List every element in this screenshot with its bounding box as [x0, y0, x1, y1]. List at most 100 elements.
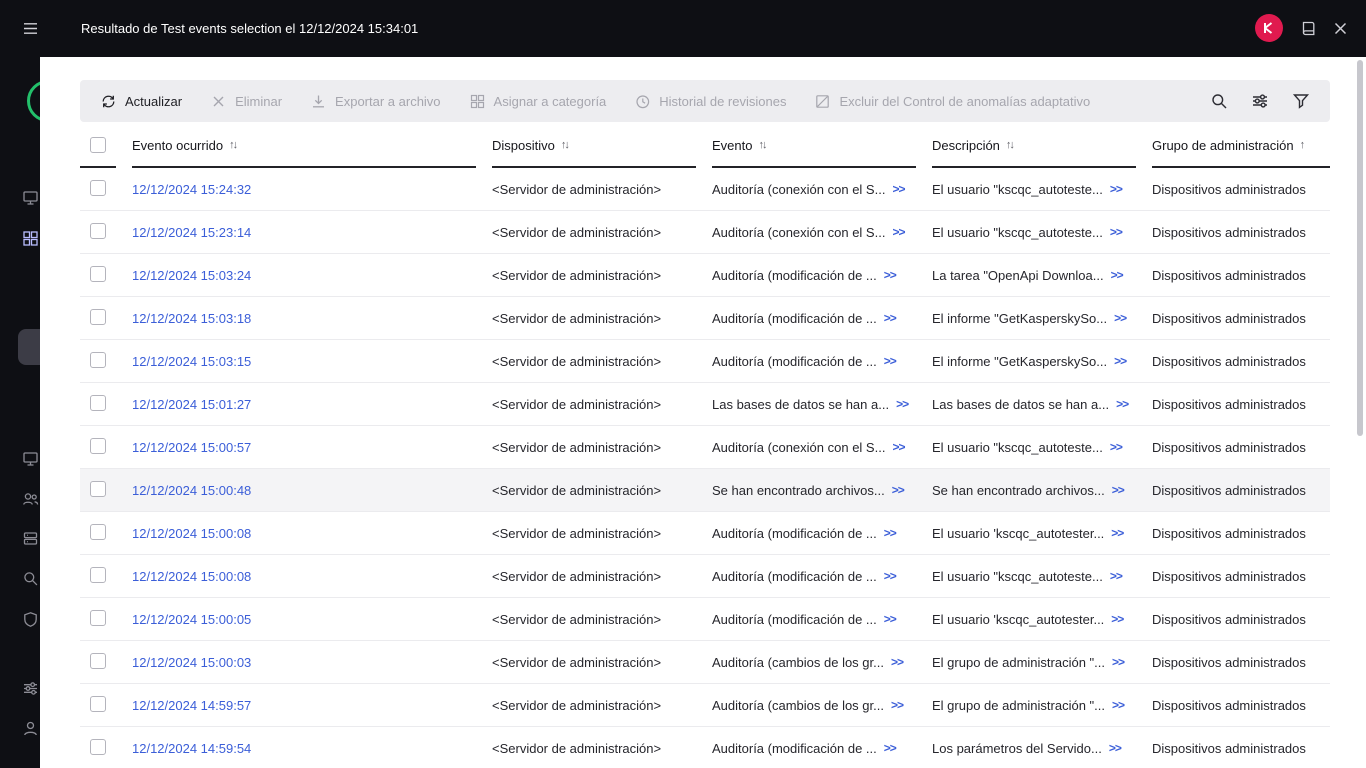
table-row[interactable]: 12/12/2024 15:03:15 <Servidor de adminis… — [80, 340, 1330, 383]
expand-link[interactable]: >> — [884, 311, 897, 325]
table-row[interactable]: 12/12/2024 15:00:48 <Servidor de adminis… — [80, 469, 1330, 512]
expand-link[interactable]: >> — [892, 483, 905, 497]
refresh-button[interactable]: Actualizar — [86, 80, 196, 122]
row-checkbox[interactable] — [90, 394, 106, 411]
event-cell: Auditoría (modificación de ... >> — [712, 741, 916, 756]
expand-link[interactable]: >> — [892, 440, 905, 454]
servers-icon[interactable] — [22, 530, 39, 547]
expand-link[interactable]: >> — [1114, 354, 1127, 368]
row-checkbox[interactable] — [90, 566, 106, 583]
row-checkbox[interactable] — [90, 308, 106, 325]
expand-link[interactable]: >> — [884, 612, 897, 626]
expand-link[interactable]: >> — [891, 698, 904, 712]
expand-link[interactable]: >> — [891, 655, 904, 669]
devices-monitor-icon[interactable] — [22, 450, 39, 467]
users-icon[interactable] — [22, 490, 39, 507]
event-text: Auditoría (modificación de ... — [712, 568, 877, 584]
column-settings-icon[interactable] — [1251, 92, 1269, 110]
column-header-evento-ocurrido[interactable]: Evento ocurrido ↑↓ — [132, 124, 476, 168]
expand-link[interactable]: >> — [1112, 698, 1125, 712]
expand-link[interactable]: >> — [896, 397, 909, 411]
event-time-link[interactable]: 12/12/2024 15:03:24 — [132, 268, 251, 283]
expand-link[interactable]: >> — [892, 182, 905, 196]
table-row[interactable]: 12/12/2024 15:03:18 <Servidor de adminis… — [80, 297, 1330, 340]
filter-funnel-icon[interactable] — [1292, 92, 1310, 110]
app-root: Resultado de Test events selection el 12… — [0, 0, 1366, 768]
shield-icon[interactable] — [22, 611, 39, 628]
table-row[interactable]: 12/12/2024 15:00:57 <Servidor de adminis… — [80, 426, 1330, 469]
search-icon[interactable] — [22, 570, 39, 587]
monitoring-icon[interactable] — [22, 189, 39, 206]
table-row[interactable]: 12/12/2024 14:59:57 <Servidor de adminis… — [80, 684, 1330, 727]
event-time-link[interactable]: 12/12/2024 15:00:03 — [132, 655, 251, 670]
expand-link[interactable]: >> — [1116, 397, 1129, 411]
table-row[interactable]: 12/12/2024 15:23:14 <Servidor de adminis… — [80, 211, 1330, 254]
expand-link[interactable]: >> — [1110, 569, 1123, 583]
column-header-dispositivo[interactable]: Dispositivo ↑↓ — [492, 124, 696, 168]
event-time-link[interactable]: 12/12/2024 15:01:27 — [132, 397, 251, 412]
expand-link[interactable]: >> — [1112, 655, 1125, 669]
expand-link[interactable]: >> — [1110, 182, 1123, 196]
row-checkbox[interactable] — [90, 179, 106, 196]
table-row[interactable]: 12/12/2024 15:00:05 <Servidor de adminis… — [80, 598, 1330, 641]
event-time-link[interactable]: 12/12/2024 15:00:08 — [132, 526, 251, 541]
expand-link[interactable]: >> — [884, 741, 897, 755]
scrollbar-thumb[interactable] — [1357, 60, 1363, 436]
select-all-checkbox[interactable] — [90, 137, 106, 153]
dashboard-grid-icon[interactable] — [22, 230, 39, 247]
kaspersky-logo-badge[interactable] — [1255, 14, 1283, 42]
event-time-link[interactable]: 12/12/2024 15:03:18 — [132, 311, 251, 326]
column-header-evento[interactable]: Evento ↑↓ — [712, 124, 916, 168]
expand-link[interactable]: >> — [1109, 741, 1122, 755]
expand-link[interactable]: >> — [1110, 440, 1123, 454]
event-time-link[interactable]: 12/12/2024 15:24:32 — [132, 182, 251, 197]
table-row[interactable]: 12/12/2024 15:00:03 <Servidor de adminis… — [80, 641, 1330, 684]
expand-link[interactable]: >> — [1111, 612, 1124, 626]
row-checkbox[interactable] — [90, 480, 106, 497]
row-checkbox[interactable] — [90, 523, 106, 540]
row-checkbox[interactable] — [90, 695, 106, 712]
row-checkbox[interactable] — [90, 437, 106, 454]
event-time-cell: 12/12/2024 15:00:48 — [132, 483, 476, 498]
row-checkbox[interactable] — [90, 265, 106, 282]
expand-link[interactable]: >> — [1110, 225, 1123, 239]
table-row[interactable]: 12/12/2024 14:59:54 <Servidor de adminis… — [80, 727, 1330, 768]
row-checkbox[interactable] — [90, 609, 106, 626]
event-time-link[interactable]: 12/12/2024 14:59:54 — [132, 741, 251, 756]
menu-icon[interactable] — [22, 20, 39, 37]
event-time-link[interactable]: 12/12/2024 15:00:48 — [132, 483, 251, 498]
column-header-grupo-administracion[interactable]: Grupo de administración ↑ — [1152, 124, 1330, 168]
event-time-link[interactable]: 12/12/2024 15:03:15 — [132, 354, 251, 369]
delete-button: Eliminar — [196, 80, 296, 122]
table-row[interactable]: 12/12/2024 15:00:08 <Servidor de adminis… — [80, 555, 1330, 598]
column-header-descripcion[interactable]: Descripción ↑↓ — [932, 124, 1136, 168]
event-time-link[interactable]: 12/12/2024 14:59:57 — [132, 698, 251, 713]
expand-link[interactable]: >> — [1112, 483, 1125, 497]
event-time-link[interactable]: 12/12/2024 15:00:08 — [132, 569, 251, 584]
row-checkbox[interactable] — [90, 351, 106, 368]
row-checkbox[interactable] — [90, 738, 106, 755]
search-icon[interactable] — [1210, 92, 1228, 110]
expand-link[interactable]: >> — [884, 354, 897, 368]
table-row[interactable]: 12/12/2024 15:03:24 <Servidor de adminis… — [80, 254, 1330, 297]
event-time-link[interactable]: 12/12/2024 15:00:05 — [132, 612, 251, 627]
expand-link[interactable]: >> — [892, 225, 905, 239]
settings-sliders-icon[interactable] — [22, 680, 39, 697]
row-checkbox[interactable] — [90, 222, 106, 239]
table-row[interactable]: 12/12/2024 15:24:32 <Servidor de adminis… — [80, 168, 1330, 211]
table-row[interactable]: 12/12/2024 15:00:08 <Servidor de adminis… — [80, 512, 1330, 555]
user-account-icon[interactable] — [22, 720, 39, 737]
expand-link[interactable]: >> — [1111, 526, 1124, 540]
expand-link[interactable]: >> — [884, 526, 897, 540]
event-time-link[interactable]: 12/12/2024 15:00:57 — [132, 440, 251, 455]
expand-link[interactable]: >> — [884, 268, 897, 282]
expand-link[interactable]: >> — [884, 569, 897, 583]
help-book-icon[interactable] — [1300, 20, 1317, 37]
close-icon[interactable] — [1332, 20, 1349, 37]
expand-link[interactable]: >> — [1111, 268, 1124, 282]
expand-link[interactable]: >> — [1114, 311, 1127, 325]
table-row[interactable]: 12/12/2024 15:01:27 <Servidor de adminis… — [80, 383, 1330, 426]
event-time-link[interactable]: 12/12/2024 15:23:14 — [132, 225, 251, 240]
description-cell: El grupo de administración "... >> — [932, 698, 1136, 713]
row-checkbox[interactable] — [90, 652, 106, 669]
